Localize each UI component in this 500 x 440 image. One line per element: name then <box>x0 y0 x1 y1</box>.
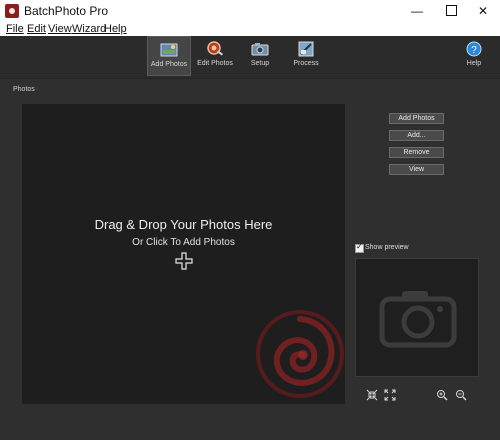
menu-view[interactable]: View <box>48 22 72 36</box>
show-preview-checkbox[interactable] <box>355 242 364 253</box>
actual-size-icon[interactable] <box>384 389 396 401</box>
toolbar: Add Photos Edit Photos Setup Process ? H… <box>0 36 500 79</box>
toolbar-add-photos-label: Add Photos <box>150 61 188 68</box>
toolbar-help-button[interactable]: ? Help <box>452 36 496 76</box>
add-plus-icon[interactable] <box>175 252 193 270</box>
add-photos-button[interactable]: Add Photos <box>389 113 444 124</box>
close-button[interactable]: ✕ <box>466 0 500 22</box>
help-icon: ? <box>464 40 484 58</box>
view-button[interactable]: View <box>389 164 444 175</box>
app-window: BatchPhoto Pro — ✕ File Edit View Wizard… <box>0 0 500 440</box>
menu-help[interactable]: Help <box>104 22 127 36</box>
setup-icon <box>250 40 270 58</box>
process-icon <box>296 40 316 58</box>
menu-bar: File Edit View Wizard Help <box>0 22 500 36</box>
preview-pane <box>355 258 479 377</box>
status-bar <box>0 412 500 440</box>
toolbar-add-photos-button[interactable]: Add Photos <box>147 36 191 76</box>
fit-to-window-icon[interactable] <box>366 389 378 401</box>
menu-help-label: Help <box>104 23 127 35</box>
title-bar: BatchPhoto Pro — ✕ <box>0 0 500 23</box>
add-button[interactable]: Add... <box>389 130 444 141</box>
remove-button[interactable]: Remove <box>389 147 444 158</box>
edit-photos-icon <box>205 40 225 58</box>
menu-edit-label: Edit <box>27 23 46 35</box>
zoom-in-icon[interactable] <box>436 389 448 401</box>
menu-edit[interactable]: Edit <box>27 22 46 36</box>
window-title: BatchPhoto Pro <box>24 4 109 18</box>
app-swirl-watermark <box>256 310 344 398</box>
toolbar-process-button[interactable]: Process <box>284 36 328 76</box>
photos-section-label: Photos <box>13 86 35 93</box>
menu-wizard[interactable]: Wizard <box>72 22 106 36</box>
toolbar-process-label: Process <box>293 60 319 67</box>
menu-view-label: View <box>48 23 72 35</box>
toolbar-help-label: Help <box>466 60 482 67</box>
camera-placeholder-icon <box>379 291 457 348</box>
toolbar-setup-button[interactable]: Setup <box>238 36 282 76</box>
minimize-button[interactable]: — <box>400 0 434 22</box>
toolbar-setup-label: Setup <box>250 60 270 67</box>
maximize-button[interactable] <box>434 0 468 22</box>
drop-area-title: Drag & Drop Your Photos Here <box>94 217 273 232</box>
menu-file[interactable]: File <box>6 22 24 36</box>
photo-drop-area[interactable]: Drag & Drop Your Photos Here Or Click To… <box>22 104 345 404</box>
menu-wizard-label: Wizard <box>72 23 107 35</box>
zoom-out-icon[interactable] <box>455 389 467 401</box>
app-logo-icon <box>5 4 19 18</box>
add-photos-icon <box>159 41 179 59</box>
menu-file-label: File <box>6 23 24 35</box>
toolbar-edit-photos-label: Edit Photos <box>197 60 233 67</box>
toolbar-edit-photos-button[interactable]: Edit Photos <box>193 36 237 76</box>
drop-area-subtitle: Or Click To Add Photos <box>132 237 235 248</box>
svg-text:?: ? <box>471 45 477 56</box>
show-preview-label: Show preview <box>365 244 409 251</box>
